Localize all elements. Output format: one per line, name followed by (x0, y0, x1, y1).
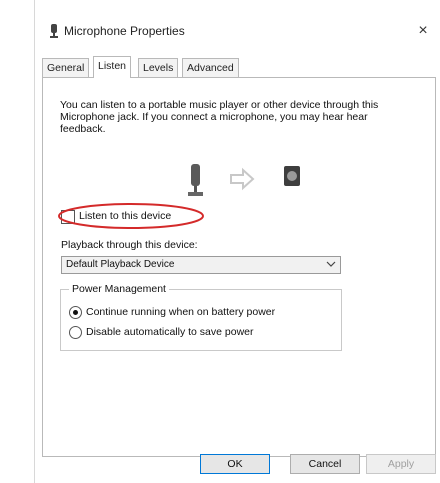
cancel-button[interactable]: Cancel (290, 454, 360, 474)
radio-continue[interactable] (69, 306, 82, 319)
radio-selected-dot (73, 310, 78, 315)
radio-continue-label[interactable]: Continue running when on battery power (86, 306, 275, 318)
power-management-legend: Power Management (69, 283, 169, 295)
radio-disable[interactable] (69, 326, 82, 339)
playback-device-value: Default Playback Device (66, 259, 175, 270)
power-management-group: Power Management Continue running when o… (60, 283, 342, 351)
device-illustration (188, 164, 300, 196)
ok-button[interactable]: OK (200, 454, 270, 474)
tab-advanced[interactable]: Advanced (182, 58, 239, 77)
microphone-icon (50, 24, 58, 38)
tab-general[interactable]: General (42, 58, 90, 77)
apply-button[interactable]: Apply (366, 454, 436, 474)
title-bar: Microphone Properties × (40, 18, 440, 46)
tab-listen[interactable]: Listen (93, 56, 132, 78)
listen-panel: You can listen to a portable music playe… (42, 77, 436, 457)
window-title: Microphone Properties (64, 24, 185, 38)
playback-device-select[interactable]: Default Playback Device (61, 256, 341, 274)
window-left-edge (34, 0, 35, 483)
radio-disable-label[interactable]: Disable automatically to save power (86, 326, 254, 338)
close-button[interactable]: × (412, 20, 434, 42)
listen-checkbox-label[interactable]: Listen to this device (79, 210, 171, 222)
tab-levels[interactable]: Levels (138, 58, 179, 77)
microphone-device-icon (188, 164, 203, 196)
chevron-down-icon (326, 261, 336, 267)
arrow-right-icon (230, 167, 255, 191)
playback-label: Playback through this device: (61, 239, 198, 251)
listen-description: You can listen to a portable music playe… (60, 99, 379, 135)
listen-checkbox[interactable] (61, 210, 75, 224)
speaker-icon (284, 166, 300, 186)
